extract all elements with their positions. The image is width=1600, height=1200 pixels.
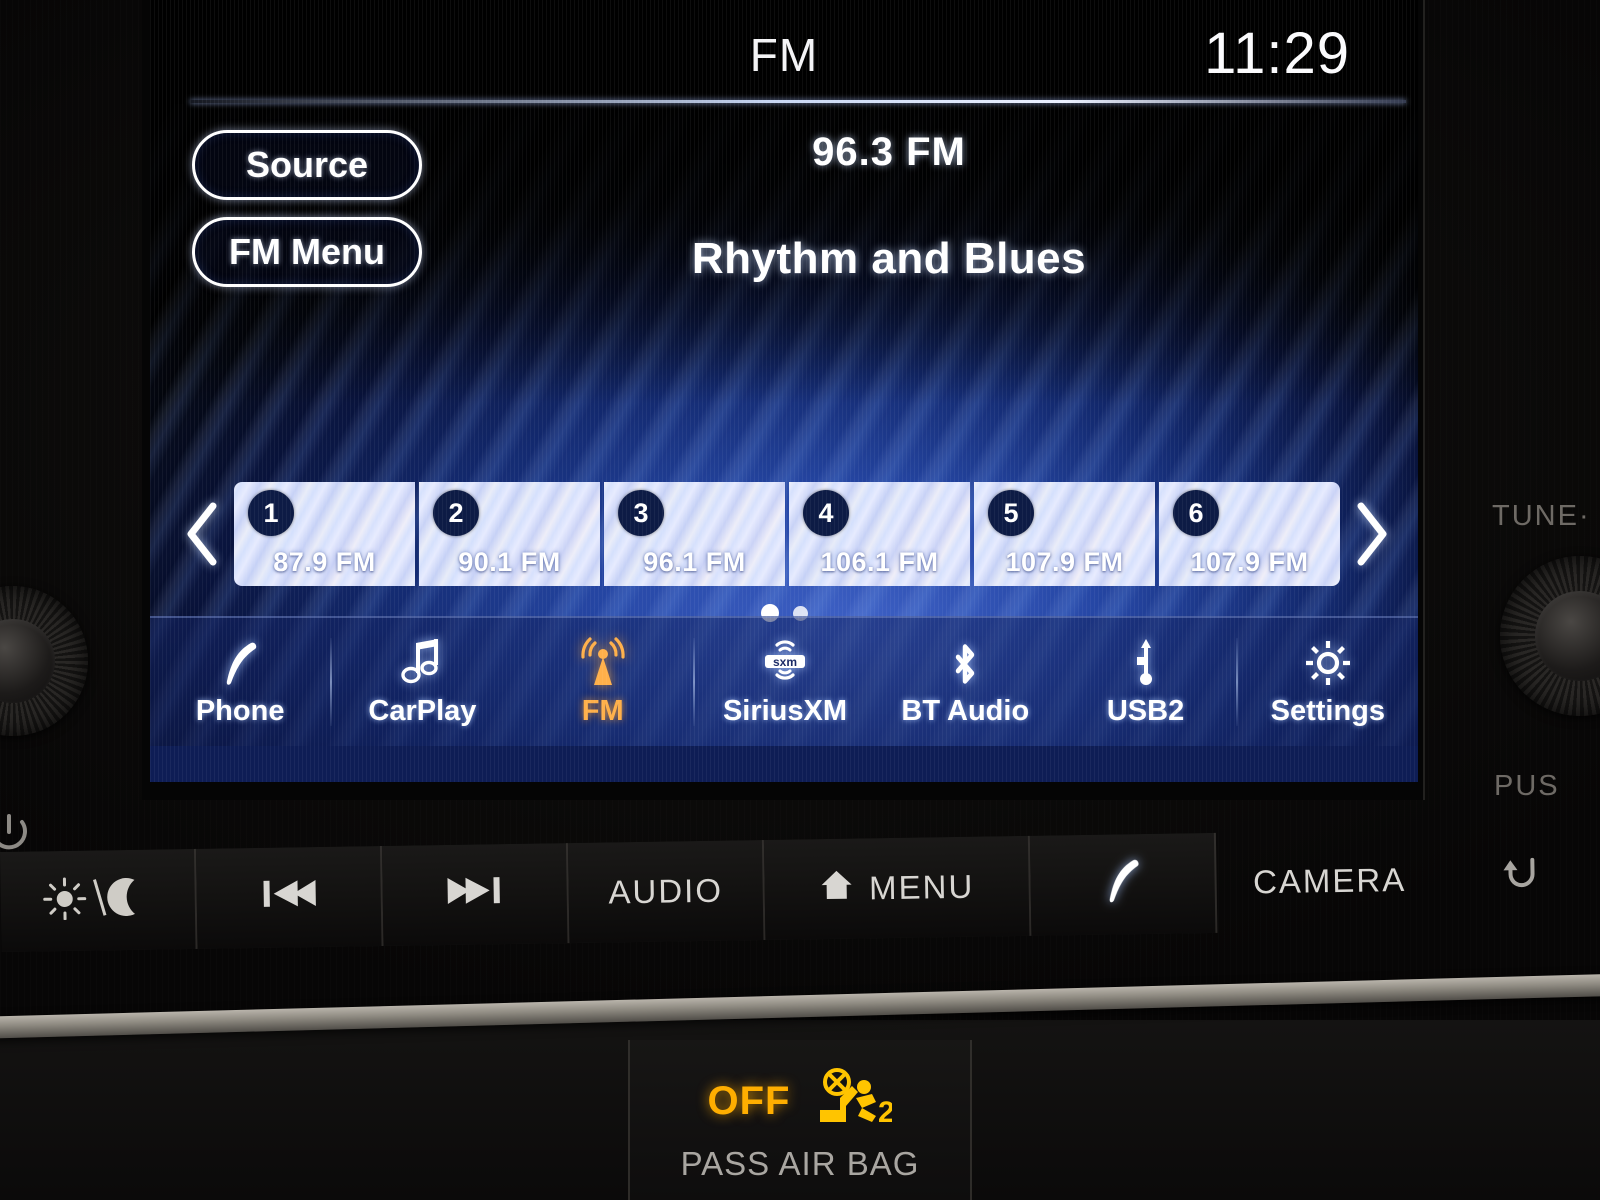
- home-icon: [819, 867, 856, 912]
- nav-item-phone[interactable]: Phone: [150, 618, 330, 746]
- preset-number-badge: 1: [248, 490, 294, 536]
- preset-number-badge: 4: [803, 490, 849, 536]
- nav-item-label: Settings: [1270, 694, 1386, 727]
- nav-item-label: USB2: [1106, 694, 1185, 727]
- nav-item-siriusxm[interactable]: sxm SiriusXM: [695, 618, 875, 746]
- volume-knob[interactable]: [0, 586, 88, 736]
- nav-item-label: SiriusXM: [722, 694, 848, 727]
- svg-text:sxm: sxm: [773, 655, 797, 669]
- source-button[interactable]: Source: [192, 130, 422, 200]
- preset-prev-arrow[interactable]: [172, 484, 234, 584]
- preset-frequency-label: 96.1 FM: [643, 547, 746, 577]
- hw-button-brightness-day-night[interactable]: [0, 848, 198, 952]
- status-bar-divider: [190, 100, 1406, 103]
- left-button-column: Source FM Menu: [192, 130, 422, 304]
- preset-frequency-label: 90.1 FM: [458, 547, 561, 577]
- phone-handset-icon: [1099, 854, 1146, 915]
- brightness-day-night-icon: [38, 873, 157, 929]
- now-playing-frequency: 96.3 FM: [812, 130, 966, 174]
- bluetooth-icon: [945, 637, 985, 689]
- tune-knob[interactable]: [1500, 556, 1600, 716]
- nav-item-label: BT Audio: [901, 694, 1030, 727]
- preset-button-4[interactable]: 4 106.1 FM: [789, 482, 970, 586]
- nav-item-label: FM: [581, 694, 624, 727]
- preset-next-arrow[interactable]: [1340, 484, 1402, 584]
- infotainment-screen[interactable]: FM 11:29 Source FM Menu 96.3 FM Rhythm a…: [150, 0, 1418, 782]
- sxm-logo-icon: sxm: [755, 637, 815, 689]
- back-arrow-icon: [1498, 852, 1545, 905]
- now-playing-genre: Rhythm and Blues: [691, 234, 1087, 283]
- nav-item-settings[interactable]: Settings: [1238, 618, 1418, 746]
- phone-handset-icon: [217, 637, 263, 689]
- preset-frequency-label: 87.9 FM: [273, 547, 376, 577]
- preset-strip: 1 87.9 FM 2 90.1 FM 3 96.1 FM 4 106.1 FM 5 107.9 …: [172, 478, 1402, 590]
- preset-button-6[interactable]: 6 107.9 FM: [1159, 482, 1340, 586]
- hw-button-label: CAMERA: [1252, 860, 1407, 901]
- preset-button-5[interactable]: 5 107.9 FM: [974, 482, 1155, 586]
- preset-number-badge: 2: [433, 490, 479, 536]
- nav-item-label: CarPlay: [368, 694, 477, 727]
- preset-button-3[interactable]: 3 96.1 FM: [604, 482, 785, 586]
- radio-tower-icon: [574, 636, 632, 689]
- hw-button-track-previous[interactable]: [195, 845, 384, 949]
- preset-frequency-label: 107.9 FM: [1005, 547, 1124, 577]
- usb-icon: [1128, 637, 1164, 689]
- preset-frequency-label: 106.1 FM: [820, 547, 939, 577]
- hw-button-track-next[interactable]: [381, 843, 570, 946]
- music-note-icon: [398, 637, 446, 689]
- airbag-status-row: OFF 2: [707, 1068, 895, 1135]
- preset-list: 1 87.9 FM 2 90.1 FM 3 96.1 FM 4 106.1 FM 5 107.9 …: [234, 482, 1340, 586]
- preset-frequency-label: 107.9 FM: [1190, 547, 1309, 577]
- preset-number-badge: 6: [1173, 490, 1219, 536]
- nav-item-label: Phone: [195, 694, 285, 727]
- track-next-icon: [443, 870, 506, 919]
- airbag-off-text: OFF: [707, 1079, 791, 1123]
- svg-text:2: 2: [878, 1096, 892, 1129]
- gear-icon: [1302, 637, 1354, 689]
- status-bar: FM 11:29: [150, 0, 1418, 104]
- hw-button-label: MENU: [868, 867, 975, 907]
- power-icon[interactable]: [0, 812, 32, 863]
- hw-button-back-arrow[interactable]: [1442, 827, 1600, 929]
- preset-number-badge: 3: [618, 490, 664, 536]
- head-unit-dashboard: FM 11:29 Source FM Menu 96.3 FM Rhythm a…: [0, 0, 1600, 1200]
- hw-button-menu[interactable]: MENU: [763, 835, 1032, 940]
- tune-knob-label: TUNE·: [1492, 500, 1591, 532]
- track-previous-icon: [257, 873, 320, 922]
- preset-button-2[interactable]: 2 90.1 FM: [419, 482, 600, 586]
- hw-button-phone-handset[interactable]: [1029, 832, 1218, 936]
- nav-item-usb2[interactable]: USB2: [1055, 618, 1235, 746]
- navbar-base-fill: [150, 746, 1418, 782]
- airbag-caption: PASS AIR BAG: [680, 1145, 920, 1182]
- bottom-nav-bar: Phone CarPlay FM sxm SiriusXM BT Audio USB2 Set…: [150, 616, 1418, 746]
- fm-menu-button[interactable]: FM Menu: [192, 217, 422, 287]
- preset-button-1[interactable]: 1 87.9 FM: [234, 482, 415, 586]
- hardware-button-row: AUDIO MENU CAMERA: [0, 827, 1600, 964]
- hw-button-audio[interactable]: AUDIO: [567, 839, 766, 944]
- hw-button-camera[interactable]: CAMERA: [1216, 829, 1444, 933]
- push-knob-label: PUS: [1494, 770, 1560, 802]
- hw-button-label: AUDIO: [608, 871, 724, 911]
- nav-item-carplay[interactable]: CarPlay: [332, 618, 512, 746]
- nav-item-fm[interactable]: FM: [513, 618, 693, 746]
- status-bar-clock: 11:29: [1204, 21, 1350, 86]
- passenger-airbag-off-icon: 2: [806, 1068, 895, 1135]
- passenger-airbag-indicator: OFF 2 PASS AIR BAG: [628, 1040, 972, 1200]
- nav-item-bt-audio[interactable]: BT Audio: [875, 618, 1055, 746]
- preset-number-badge: 5: [988, 490, 1034, 536]
